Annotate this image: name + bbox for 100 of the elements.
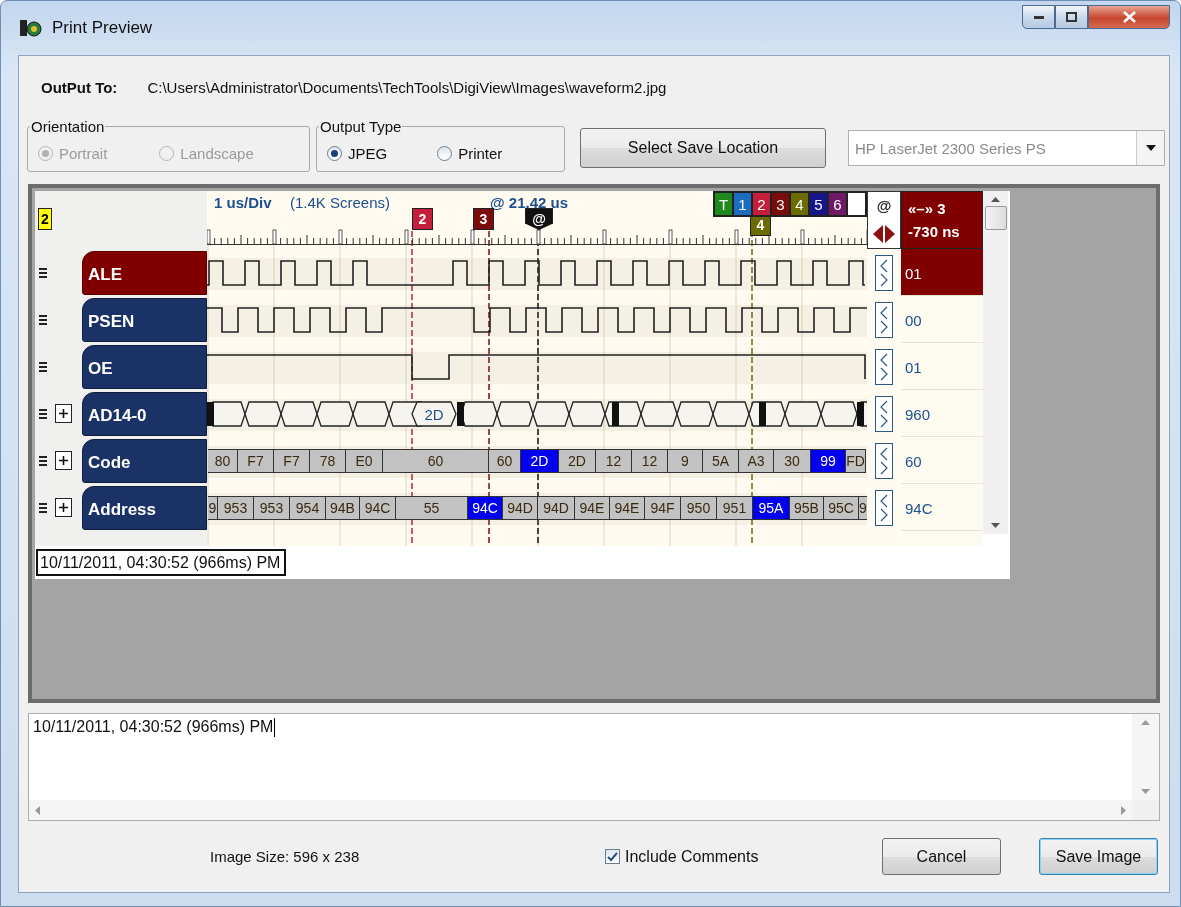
chevrons-icon: [879, 492, 889, 523]
bus-value: 94D: [503, 495, 538, 520]
bus-value: 30: [774, 448, 811, 473]
radio-label[interactable]: Printer: [458, 144, 503, 162]
signal-name-tab[interactable]: ALE: [82, 250, 207, 295]
expand-button[interactable]: [55, 498, 72, 517]
bus-value: 94F: [645, 495, 681, 520]
bus-value: 60: [383, 448, 489, 473]
bus-value: 94D: [538, 495, 575, 520]
chevrons-icon: [879, 257, 889, 288]
cursor-flag[interactable]: 2: [412, 208, 433, 230]
bus-value: 12: [596, 448, 632, 473]
bus-value: 55: [396, 495, 468, 520]
expand-button[interactable]: [55, 404, 72, 423]
timestamp-label: 10/11/2011, 04:30:52 (966ms) PM: [36, 549, 287, 576]
cancel-button[interactable]: Cancel: [882, 838, 1001, 875]
scroll-thumb[interactable]: [984, 206, 1007, 230]
marker-button[interactable]: [847, 192, 866, 216]
minimize-button[interactable]: [1022, 5, 1055, 29]
bus-value: 94C: [468, 495, 503, 520]
comments-horizontal-scrollbar[interactable]: [29, 800, 1132, 820]
radio-button[interactable]: [437, 145, 453, 161]
bus-value: 953: [218, 495, 254, 520]
bus-value: 60: [489, 448, 521, 473]
text-caret: [274, 718, 276, 737]
maximize-button[interactable]: [1055, 5, 1088, 29]
radio-button[interactable]: [327, 145, 342, 161]
delta-value: -730 ns: [908, 223, 961, 240]
app-icon: [20, 18, 42, 38]
signal-name-tab[interactable]: PSEN: [82, 297, 207, 342]
radio-label[interactable]: JPEG: [348, 144, 388, 162]
bus-value: 954: [290, 495, 326, 520]
chevrons-icon: [879, 398, 889, 429]
signal-name-tab[interactable]: OE: [82, 344, 207, 389]
bus-value: A3: [739, 448, 774, 473]
bus-value: 80: [208, 448, 238, 473]
scroll-left-icon: [35, 805, 40, 815]
minimize-icon: [1033, 15, 1044, 19]
plus-icon: [59, 456, 68, 465]
select-save-location-button[interactable]: Select Save Location: [580, 128, 826, 168]
marker-button[interactable]: 1: [733, 192, 752, 216]
bus-value: 95C: [824, 495, 859, 520]
bus-value: 2D: [521, 448, 559, 473]
step-button[interactable]: [875, 254, 893, 291]
signal-name-tab[interactable]: Code: [82, 438, 207, 483]
comments-field[interactable]: 10/11/2011, 04:30:52 (966ms) PM: [28, 713, 1160, 821]
save-image-button[interactable]: Save Image: [1039, 838, 1158, 875]
bus-value: 94E: [575, 495, 610, 520]
close-button[interactable]: [1088, 5, 1170, 29]
bus-value: 78: [310, 448, 346, 473]
marker-button[interactable]: 4: [790, 192, 809, 216]
scroll-up-icon: [991, 197, 1000, 202]
cursor-flag[interactable]: @: [525, 208, 553, 230]
scrollbar-corner: [1132, 800, 1159, 820]
step-button[interactable]: [875, 301, 893, 338]
cursor-flag[interactable]: 3: [473, 208, 494, 230]
bus-value-segment: 2D: [411, 400, 457, 427]
step-button[interactable]: [875, 442, 893, 479]
marker-button[interactable]: 6: [828, 192, 847, 216]
bus-value: 95B: [790, 495, 824, 520]
bus-value: 94E: [610, 495, 645, 520]
radio-label: Landscape: [180, 144, 254, 162]
include-comments-checkbox[interactable]: Include Comments: [605, 847, 882, 866]
comments-vertical-scrollbar[interactable]: [1132, 714, 1159, 800]
close-icon: [1122, 11, 1136, 23]
drag-handle-icon: [39, 455, 47, 466]
marker-button[interactable]: 5: [809, 192, 828, 216]
bus-value: 951: [717, 495, 753, 520]
marker-button[interactable]: 3: [771, 192, 790, 216]
bus-value: 95A: [753, 495, 790, 520]
diamond-icon: [873, 224, 895, 243]
bus-value: 9: [668, 448, 703, 473]
screen-count-text: (1.4K Screens): [290, 194, 391, 211]
signal-name-tab[interactable]: AD14-0: [82, 391, 207, 436]
vertical-scrollbar[interactable]: [983, 191, 1008, 534]
bus-value: 94C: [360, 495, 396, 520]
expand-button[interactable]: [55, 451, 72, 470]
step-button[interactable]: [875, 489, 893, 526]
bus-value: 950: [681, 495, 717, 520]
plus-icon: [59, 503, 68, 512]
signal-name-tab[interactable]: Address: [82, 485, 207, 530]
step-button[interactable]: [875, 395, 893, 432]
maximize-icon: [1066, 12, 1077, 22]
drag-handle-icon: [39, 361, 47, 372]
chevrons-icon: [879, 445, 889, 476]
marker-button[interactable]: T: [714, 192, 733, 216]
step-button[interactable]: [875, 348, 893, 385]
bus-value: F7: [238, 448, 274, 473]
scroll-right-icon: [1121, 805, 1126, 815]
marker-button[interactable]: 2: [752, 192, 771, 216]
at-label: @: [876, 197, 892, 215]
image-size-text: Image Size: 596 x 238: [210, 848, 361, 865]
time-scale-text: 1 us/Div: [214, 194, 272, 211]
signal-value: 01: [901, 249, 983, 296]
scroll-up-icon: [1141, 720, 1150, 725]
drag-handle-icon: [39, 408, 47, 419]
zoom-badge: 2: [38, 208, 52, 230]
radio-label: Portrait: [59, 144, 108, 162]
chevrons-icon: [879, 304, 889, 335]
group-title: Output Type: [319, 118, 403, 135]
